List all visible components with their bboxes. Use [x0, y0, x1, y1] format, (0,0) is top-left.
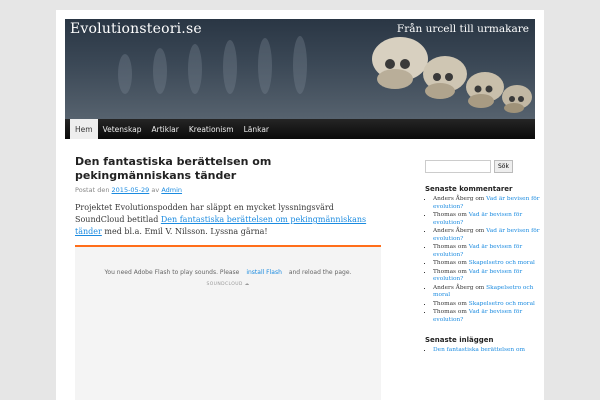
install-flash-link[interactable]: install Flash	[246, 269, 282, 276]
comment-author: Anders Åberg	[433, 196, 474, 202]
main-content: Den fantastiska berättelsen om pekingmän…	[75, 155, 381, 400]
comment-post-link[interactable]: Skapelsetro och moral	[469, 301, 535, 307]
skull-icon	[466, 72, 504, 108]
nav-item-hem[interactable]: Hem	[70, 119, 98, 139]
soundcloud-cloud-icon: ☁	[244, 282, 250, 287]
post-meta-prefix: Postat den	[75, 186, 110, 194]
skull-icon	[423, 56, 467, 99]
comment-author: Anders Åberg	[433, 228, 474, 234]
post-meta-by: av	[151, 186, 160, 194]
main-navigation: Hem Vetenskap Artiklar Kreationism Länka…	[65, 119, 535, 139]
comment-author: Thomas	[433, 212, 457, 218]
page: Evolutionsteori.se Från urcell till urma…	[56, 10, 544, 400]
post-author-link[interactable]: Admin	[161, 186, 182, 194]
recent-comments-title: Senaste kommentarer	[425, 185, 513, 193]
soundcloud-label: SOUNDCLOUD	[206, 282, 243, 287]
comment-author: Thomas	[433, 300, 457, 307]
flash-message-text: You need Adobe Flash to play sounds. Ple…	[104, 269, 240, 276]
comment-on: om	[457, 268, 467, 275]
comment-post-link[interactable]: Skapelsetro och moral	[469, 260, 535, 266]
comment-author: Thomas	[433, 260, 457, 266]
flash-message-end: and reload the page.	[288, 269, 352, 276]
recent-posts-list: Den fantastiska berättelsen om	[425, 347, 540, 355]
comment-author: Anders Åberg	[433, 284, 474, 291]
post-body: Projektet Evolutionspodden har släppt en…	[75, 202, 381, 238]
soundcloud-player: You need Adobe Flash to play sounds. Ple…	[75, 245, 381, 400]
post-title[interactable]: Den fantastiska berättelsen om pekingmän…	[75, 155, 381, 183]
nav-item-artiklar[interactable]: Artiklar	[147, 119, 184, 139]
post-meta: Postat den 2015-05-29 av Admin	[75, 186, 381, 194]
list-item: Thomas om Vad är bevisen för evolution?	[433, 269, 540, 284]
comment-on: om	[475, 228, 485, 234]
comment-author: Thomas	[433, 244, 457, 250]
list-item: Anders Åberg om Skapelsetro och moral	[433, 285, 540, 300]
search-input[interactable]	[425, 160, 491, 173]
search-form: Sök	[425, 160, 540, 173]
header-banner[interactable]: Evolutionsteori.se Från urcell till urma…	[65, 19, 535, 119]
post-date-link[interactable]: 2015-05-29	[112, 186, 150, 194]
soundcloud-brand: SOUNDCLOUD ☁	[75, 282, 381, 287]
recent-comments-widget: Senaste kommentarer Anders Åberg om Vad …	[425, 185, 540, 324]
comment-on: om	[475, 284, 485, 291]
list-item: Den fantastiska berättelsen om	[433, 347, 540, 355]
recent-posts-title: Senaste inläggen	[425, 336, 494, 344]
comment-on: om	[457, 212, 467, 218]
flash-message: You need Adobe Flash to play sounds. Ple…	[75, 269, 381, 276]
nav-item-kreationism[interactable]: Kreationism	[184, 119, 239, 139]
list-item: Anders Åberg om Vad är bevisen för evolu…	[433, 228, 540, 243]
skull-icon	[372, 37, 428, 89]
recent-comments-list: Anders Åberg om Vad är bevisen för evolu…	[425, 196, 540, 324]
list-item: Thomas om Skapelsetro och moral	[433, 260, 540, 268]
list-item: Thomas om Vad är bevisen för evolution?	[433, 212, 540, 227]
comment-author: Thomas	[433, 309, 457, 315]
comment-on: om	[475, 196, 485, 202]
list-item: Anders Åberg om Vad är bevisen för evolu…	[433, 196, 540, 211]
comment-on: om	[457, 260, 467, 266]
list-item: Thomas om Vad är bevisen för evolution?	[433, 244, 540, 259]
search-button[interactable]: Sök	[494, 160, 513, 173]
skull-icon	[502, 85, 532, 113]
site-title[interactable]: Evolutionsteori.se	[70, 21, 202, 37]
comment-on: om	[457, 309, 467, 315]
recent-post-link[interactable]: Den fantastiska berättelsen om	[433, 347, 525, 353]
sidebar: Sök Senaste kommentarer Anders Åberg om …	[425, 160, 540, 356]
comment-on: om	[457, 244, 467, 250]
list-item: Thomas om Vad är bevisen för evolution?	[433, 309, 540, 324]
nav-item-lankar[interactable]: Länkar	[239, 119, 274, 139]
recent-posts-widget: Senaste inläggen Den fantastiska berätte…	[425, 336, 540, 355]
comment-on: om	[457, 300, 467, 307]
list-item: Thomas om Skapelsetro och moral	[433, 301, 540, 309]
comment-author: Thomas	[433, 268, 457, 275]
site-description: Från urcell till urmakare	[396, 23, 529, 35]
post-body-text-end: med bl.a. Emil V. Nilsson. Lyssna gärna!	[104, 227, 268, 236]
nav-item-vetenskap[interactable]: Vetenskap	[98, 119, 147, 139]
